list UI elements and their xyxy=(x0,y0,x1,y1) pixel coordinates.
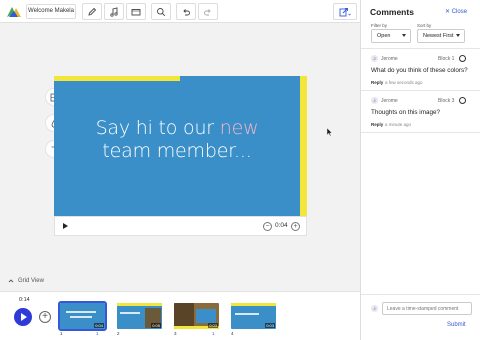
slide-duration: 0:04 xyxy=(275,222,288,229)
resolve-circle-icon[interactable] xyxy=(459,55,466,62)
filter-value: Open xyxy=(377,33,391,39)
add-block-button[interactable]: + xyxy=(39,311,51,323)
export-button[interactable] xyxy=(333,3,357,20)
thumbnail-duration: 0:03 xyxy=(265,323,275,328)
timeline-thumbnail-1[interactable]: 0:04 xyxy=(58,301,107,331)
search-tool-button[interactable] xyxy=(151,3,171,20)
mouse-cursor-icon xyxy=(327,128,333,136)
slide-accent-bar-top xyxy=(54,76,180,81)
sort-select[interactable]: Newest First xyxy=(417,29,465,43)
top-toolbar: Welcome Makela xyxy=(0,0,360,23)
play-video-button[interactable] xyxy=(14,308,32,326)
comment-text: What do you think of these colors? xyxy=(371,67,468,74)
thumbnail-comment-count: 1 xyxy=(212,331,215,336)
close-label: Close xyxy=(451,9,468,15)
reply-link[interactable]: Reply xyxy=(371,80,383,85)
zoom-in-icon[interactable]: + xyxy=(291,222,300,231)
slide-accent-bar-right xyxy=(300,76,307,216)
slide-headline-highlight: new xyxy=(219,117,259,139)
grid-view-label: Grid View xyxy=(18,278,44,284)
comment-author: Jerome xyxy=(381,98,398,104)
pencil-tool-button[interactable] xyxy=(82,3,102,20)
comment-input[interactable] xyxy=(382,302,472,315)
close-comments-button[interactable]: ✕ Close xyxy=(445,8,467,15)
timeline-thumbnail-4[interactable]: 0:03 xyxy=(231,303,276,329)
thumbnail-number: 4 xyxy=(231,331,234,336)
comment-item[interactable]: J Jerome Block 3 Thoughts on this image?… xyxy=(361,91,480,133)
search-icon xyxy=(157,7,166,16)
chevron-up-icon xyxy=(8,279,14,283)
sort-value: Newest First xyxy=(423,33,454,39)
share-export-icon xyxy=(339,7,351,16)
slide-headline-part1: Say hi to our xyxy=(95,117,220,139)
chevron-down-icon xyxy=(402,34,406,37)
filter-select[interactable]: Open xyxy=(371,29,411,43)
undo-button[interactable] xyxy=(176,3,196,20)
comment-block: Block 1 xyxy=(438,56,455,62)
chevron-down-icon xyxy=(456,34,460,37)
play-icon[interactable] xyxy=(63,223,68,229)
comment-author: Jerome xyxy=(381,56,398,62)
avatar: J xyxy=(371,97,378,104)
audio-tool-button[interactable] xyxy=(104,3,124,20)
sort-label: Sort by xyxy=(417,23,432,28)
document-title[interactable]: Welcome Makela xyxy=(26,4,76,19)
screen-tool-button[interactable] xyxy=(126,3,146,20)
comments-title: Comments xyxy=(370,7,414,17)
undo-icon xyxy=(183,8,190,15)
zoom-out-icon[interactable]: − xyxy=(263,222,272,231)
avatar: J xyxy=(371,55,378,62)
slide-headline-line2: team member... xyxy=(102,140,252,162)
timeline-thumbnail-3[interactable]: 0:03 xyxy=(174,303,219,329)
redo-icon xyxy=(204,8,211,15)
comment-composer: J Submit xyxy=(361,294,480,340)
thumbnail-comment-count: 1 xyxy=(96,331,99,336)
comment-item[interactable]: J Jerome Block 1 What do you think of th… xyxy=(361,49,480,91)
reply-link[interactable]: Reply xyxy=(371,122,383,127)
thumbnail-duration: 0:05 xyxy=(151,323,161,328)
pencil-icon xyxy=(88,7,97,16)
submit-button[interactable]: Submit xyxy=(447,322,466,328)
thumbnail-number: 1 xyxy=(60,331,63,336)
timeline-current-time: 0:14 xyxy=(19,297,30,303)
comments-panel: Comments ✕ Close Filter by Open Sort by … xyxy=(360,0,480,340)
music-note-icon xyxy=(110,6,118,17)
slide-headline[interactable]: Say hi to our new team member... xyxy=(54,117,300,163)
app-logo-icon xyxy=(7,7,21,17)
slide-player-bar: − 0:04 + xyxy=(54,216,307,236)
comment-time: a few seconds ago xyxy=(385,80,423,85)
thumbnail-number: 3 xyxy=(174,331,177,336)
grid-view-toggle[interactable]: Grid View xyxy=(8,278,44,284)
resolve-circle-icon[interactable] xyxy=(459,97,466,104)
thumbnail-number: 2 xyxy=(117,331,120,336)
play-icon xyxy=(21,313,27,321)
comment-text: Thoughts on this image? xyxy=(371,109,440,116)
comment-time: a minute ago xyxy=(385,122,412,127)
thumbnail-duration: 0:04 xyxy=(94,323,104,328)
timeline-thumbnail-2[interactable]: 0:05 xyxy=(117,303,162,329)
filter-label: Filter by xyxy=(371,23,388,28)
avatar: J xyxy=(371,305,378,312)
thumbnail-duration: 0:03 xyxy=(208,323,218,328)
redo-button[interactable] xyxy=(198,3,218,20)
comment-block: Block 3 xyxy=(438,98,455,104)
timeline-bar: 0:14 + 0:04 1 1 0:05 2 0:03 3 1 0:03 4 xyxy=(0,291,360,340)
screen-icon xyxy=(131,8,141,15)
